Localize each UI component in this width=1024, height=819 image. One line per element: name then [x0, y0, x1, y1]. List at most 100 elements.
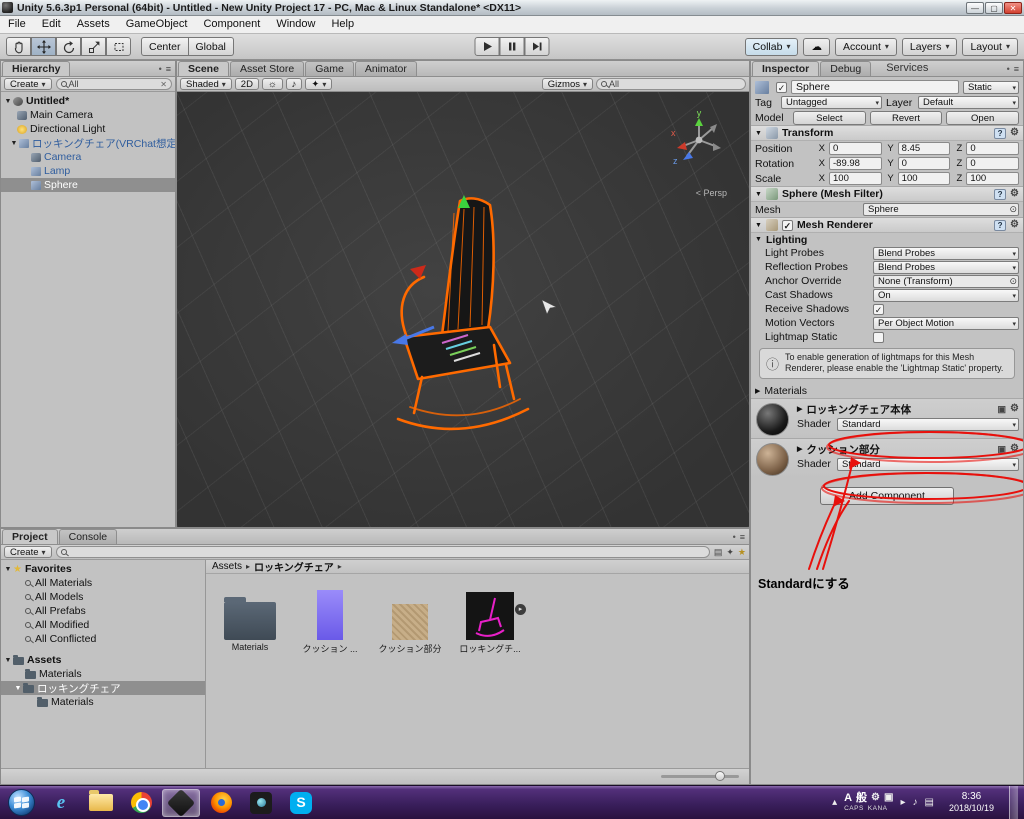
object-name-field[interactable]: Sphere	[791, 80, 959, 94]
foldout-icon[interactable]: ▶	[755, 387, 760, 395]
menu-gameobject[interactable]: GameObject	[118, 16, 196, 33]
menu-file[interactable]: File	[0, 16, 34, 33]
ime-pad-icon[interactable]: ▣	[884, 793, 893, 803]
lock-icon[interactable]: •	[1007, 64, 1010, 74]
project-search-input[interactable]	[56, 546, 710, 558]
tab-console[interactable]: Console	[59, 529, 118, 544]
network-icon[interactable]: ▤	[925, 797, 934, 808]
favorites-filter-icon[interactable]: ★	[738, 547, 746, 558]
gear-icon[interactable]: ⚙	[1010, 404, 1019, 414]
rect-tool-button[interactable]	[106, 37, 131, 56]
firefox-taskbar-icon[interactable]	[202, 789, 240, 817]
ime-tools-icon[interactable]: ⚙	[871, 793, 880, 803]
ime-mode-a[interactable]: A	[844, 793, 852, 804]
gear-icon[interactable]: ⚙	[1010, 444, 1019, 454]
show-desktop-button[interactable]	[1009, 786, 1018, 819]
gizmos-dropdown[interactable]: Gizmos▾	[542, 78, 593, 90]
hierarchy-item-rocking-chair[interactable]: ▼ ロッキングチェア(VRChat想定)	[1, 136, 175, 150]
explorer-taskbar-icon[interactable]	[82, 789, 120, 817]
favorites-all-conflicted[interactable]: All Conflicted	[1, 632, 205, 646]
favorites-all-modified[interactable]: All Modified	[1, 618, 205, 632]
scene-orientation-gizmo[interactable]: y x z	[663, 106, 735, 172]
mesh-renderer-enabled-checkbox[interactable]	[782, 220, 793, 231]
tag-dropdown[interactable]: Untagged	[781, 96, 882, 109]
panel-menu-icon[interactable]: ≡	[166, 64, 171, 74]
add-component-button[interactable]: Add Component	[820, 487, 954, 505]
thumbnail-zoom-slider[interactable]	[661, 775, 739, 778]
favorites-all-materials[interactable]: All Materials	[1, 576, 205, 590]
asset-cushion-texture[interactable]: クッション部分	[378, 584, 442, 655]
position-y-field[interactable]: 8.45	[898, 142, 951, 155]
lock-icon[interactable]: •	[159, 64, 162, 74]
shader-dropdown-cushion[interactable]: Standard	[837, 458, 1019, 471]
tree-folder-rocking-chair[interactable]: ▼ ロッキングチェア	[1, 681, 205, 695]
label-filter-icon[interactable]: ✦	[726, 547, 734, 558]
layers-dropdown[interactable]: Layers▾	[902, 38, 958, 56]
favorites-all-prefabs[interactable]: All Prefabs	[1, 604, 205, 618]
help-icon[interactable]: ?	[994, 220, 1006, 231]
tab-scene[interactable]: Scene	[178, 61, 229, 76]
pivot-mode-button[interactable]: Center	[141, 37, 189, 56]
hierarchy-scene-row[interactable]: ▼ Untitled*	[1, 94, 175, 108]
foldout-icon[interactable]: ▶	[797, 445, 802, 453]
project-create-button[interactable]: Create▾	[4, 546, 52, 558]
preview-toggle-icon[interactable]: ▣	[998, 444, 1007, 455]
ime-indicator[interactable]: A 般 ⚙ ▣ CAPS KANA	[844, 793, 893, 813]
breadcrumb-folder[interactable]: ロッキングチェア	[254, 560, 334, 574]
material-slot-cushion[interactable]: ▶ クッション部分 ▣⚙ Shader Standard	[751, 438, 1023, 478]
play-button[interactable]	[475, 37, 500, 56]
breadcrumb-assets[interactable]: Assets	[212, 561, 242, 572]
foldout-icon[interactable]: ▼	[3, 657, 13, 664]
asset-materials-folder[interactable]: Materials	[218, 584, 282, 652]
scale-y-field[interactable]: 100	[898, 172, 951, 185]
gear-icon[interactable]: ⚙	[1010, 189, 1019, 199]
favorites-all-models[interactable]: All Models	[1, 590, 205, 604]
hierarchy-search-input[interactable]: All✕	[56, 78, 172, 90]
rotate-tool-button[interactable]	[56, 37, 81, 56]
chrome-taskbar-icon[interactable]	[122, 789, 160, 817]
light-probes-dropdown[interactable]: Blend Probes	[873, 247, 1019, 260]
receive-shadows-checkbox[interactable]	[873, 304, 884, 315]
assets-root[interactable]: ▼ Assets	[1, 653, 205, 667]
tray-expand-icon[interactable]: ▸	[900, 797, 905, 808]
panel-menu-icon[interactable]: ≡	[1014, 64, 1019, 74]
hierarchy-item-camera[interactable]: Camera	[1, 150, 175, 164]
tab-services[interactable]: Services	[886, 61, 928, 76]
asset-rocking-chair-model[interactable]: ロッキングチ... ▸	[458, 584, 522, 655]
close-button[interactable]: ✕	[1004, 2, 1022, 14]
volume-icon[interactable]: ♪	[913, 797, 918, 808]
scene-effects-dropdown[interactable]: ✦▾	[305, 78, 332, 90]
active-checkbox[interactable]	[776, 82, 787, 93]
menu-component[interactable]: Component	[195, 16, 268, 33]
shader-dropdown-body[interactable]: Standard	[837, 418, 1019, 431]
hidden-icons-button[interactable]: ▴	[832, 797, 837, 808]
foldout-icon[interactable]: ▼	[755, 236, 762, 243]
foldout-icon[interactable]: ▼	[755, 191, 762, 198]
foldout-icon[interactable]: ▼	[3, 566, 13, 573]
2d-toggle-button[interactable]: 2D	[235, 78, 259, 90]
position-z-field[interactable]: 0	[966, 142, 1019, 155]
scene-lighting-toggle[interactable]: ☼	[262, 78, 283, 90]
mesh-filter-header[interactable]: ▼ Sphere (Mesh Filter) ?⚙	[751, 186, 1023, 202]
tab-animator[interactable]: Animator	[355, 61, 417, 76]
tab-asset-store[interactable]: Asset Store	[230, 61, 304, 76]
foldout-icon[interactable]: ▼	[9, 140, 19, 147]
shading-mode-dropdown[interactable]: Shaded▾	[180, 78, 232, 90]
favorites-root[interactable]: ▼ ★ Favorites	[1, 562, 205, 576]
mesh-renderer-header[interactable]: ▼ Mesh Renderer ?⚙	[751, 217, 1023, 233]
start-button[interactable]	[8, 789, 35, 816]
material-slot-body[interactable]: ▶ ロッキングチェア本体 ▣⚙ Shader Standard	[751, 398, 1023, 438]
layer-dropdown[interactable]: Default	[918, 96, 1019, 109]
perspective-label[interactable]: < Persp	[696, 188, 727, 198]
scale-tool-button[interactable]	[81, 37, 106, 56]
scene-search-input[interactable]: All	[596, 78, 746, 90]
menu-edit[interactable]: Edit	[34, 16, 69, 33]
hierarchy-item-sphere[interactable]: Sphere	[1, 178, 175, 192]
step-button[interactable]	[525, 37, 550, 56]
handle-space-button[interactable]: Global	[189, 37, 234, 56]
ie-taskbar-icon[interactable]: e	[42, 789, 80, 817]
foldout-icon[interactable]: ▶	[797, 405, 802, 413]
foldout-icon[interactable]: ▼	[13, 685, 23, 692]
anchor-override-field[interactable]: None (Transform)⊙	[873, 275, 1019, 288]
hierarchy-item-lamp[interactable]: Lamp	[1, 164, 175, 178]
